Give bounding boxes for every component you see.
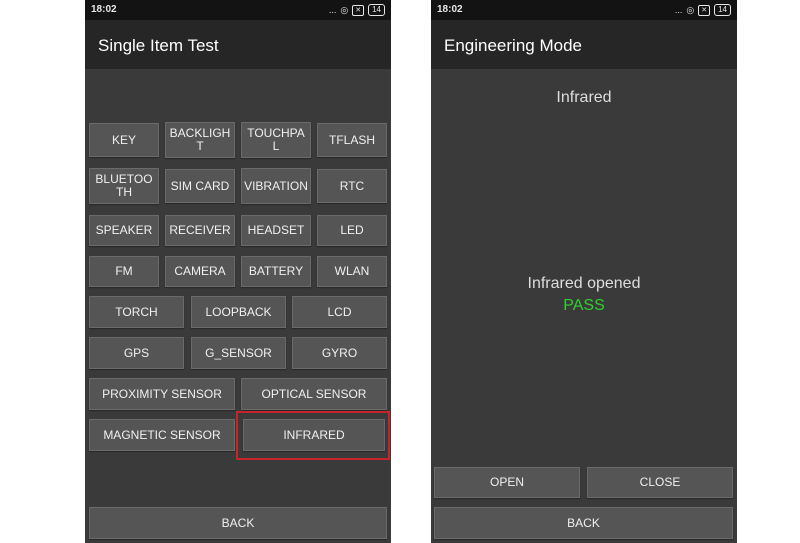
status-icons: ... ◎ ✕ 14 — [675, 4, 731, 16]
torch-button[interactable]: TORCH — [89, 296, 184, 328]
sim-card-button[interactable]: SIM CARD — [165, 169, 235, 203]
status-time: 18:02 — [91, 4, 117, 15]
fm-button[interactable]: FM — [89, 256, 159, 287]
magnetic-sensor-button[interactable]: MAGNETIC SENSOR — [89, 419, 235, 451]
touchpal-button[interactable]: TOUCHPAL — [241, 122, 311, 158]
app-bar: Single Item Test — [85, 20, 391, 69]
back-button[interactable]: BACK — [434, 507, 733, 539]
engineering-mode-screen: 18:02 ... ◎ ✕ 14 Engineering Mode Infrar… — [431, 0, 737, 543]
more-dots-icon: ... — [328, 5, 337, 15]
battery-icon: 14 — [714, 4, 731, 16]
wlan-button[interactable]: WLAN — [317, 256, 387, 287]
tflash-button[interactable]: TFLASH — [317, 123, 387, 157]
led-button[interactable]: LED — [317, 215, 387, 246]
loopback-button[interactable]: LOOPBACK — [191, 296, 286, 328]
rtc-button[interactable]: RTC — [317, 169, 387, 203]
page-title: Engineering Mode — [444, 36, 582, 55]
receiver-button[interactable]: RECEIVER — [165, 215, 235, 246]
status-message: Infrared opened — [527, 275, 641, 292]
lcd-button[interactable]: LCD — [292, 296, 387, 328]
gyro-button[interactable]: GYRO — [292, 337, 387, 369]
bluetooth-button[interactable]: BLUETOOTH — [89, 168, 159, 204]
result-pass: PASS — [563, 297, 605, 314]
speaker-button[interactable]: SPEAKER — [89, 215, 159, 246]
status-bar: 18:02 ... ◎ ✕ 14 — [431, 0, 737, 20]
sim-icon: ✕ — [698, 4, 711, 16]
battery-button[interactable]: BATTERY — [241, 256, 311, 287]
infrared-button[interactable]: INFRARED — [243, 419, 385, 451]
page-title: Single Item Test — [98, 36, 219, 55]
vibration-button[interactable]: VIBRATION — [241, 168, 311, 204]
test-heading: Infrared — [556, 89, 612, 106]
g-sensor-button[interactable]: G_SENSOR — [191, 337, 286, 369]
status-time: 18:02 — [437, 4, 463, 15]
single-item-test-screen: 18:02 ... ◎ ✕ 14 Single Item Test KEY BA… — [85, 0, 391, 543]
alarm-icon: ◎ — [340, 4, 349, 15]
proximity-sensor-button[interactable]: PROXIMITY SENSOR — [89, 378, 235, 410]
status-icons: ... ◎ ✕ 14 — [329, 4, 385, 16]
close-button[interactable]: CLOSE — [587, 467, 733, 498]
backlight-button[interactable]: BACKLIGHT — [165, 122, 235, 158]
camera-button[interactable]: CAMERA — [165, 256, 235, 287]
battery-icon: 14 — [368, 4, 385, 16]
sim-icon: ✕ — [352, 4, 365, 16]
back-button[interactable]: BACK — [89, 507, 387, 539]
open-button[interactable]: OPEN — [434, 467, 580, 498]
headset-button[interactable]: HEADSET — [241, 215, 311, 246]
app-bar: Engineering Mode — [431, 20, 737, 69]
more-dots-icon: ... — [674, 5, 683, 15]
gps-button[interactable]: GPS — [89, 337, 184, 369]
status-bar: 18:02 ... ◎ ✕ 14 — [85, 0, 391, 20]
optical-sensor-button[interactable]: OPTICAL SENSOR — [241, 378, 387, 410]
key-button[interactable]: KEY — [89, 123, 159, 157]
alarm-icon: ◎ — [686, 4, 695, 15]
